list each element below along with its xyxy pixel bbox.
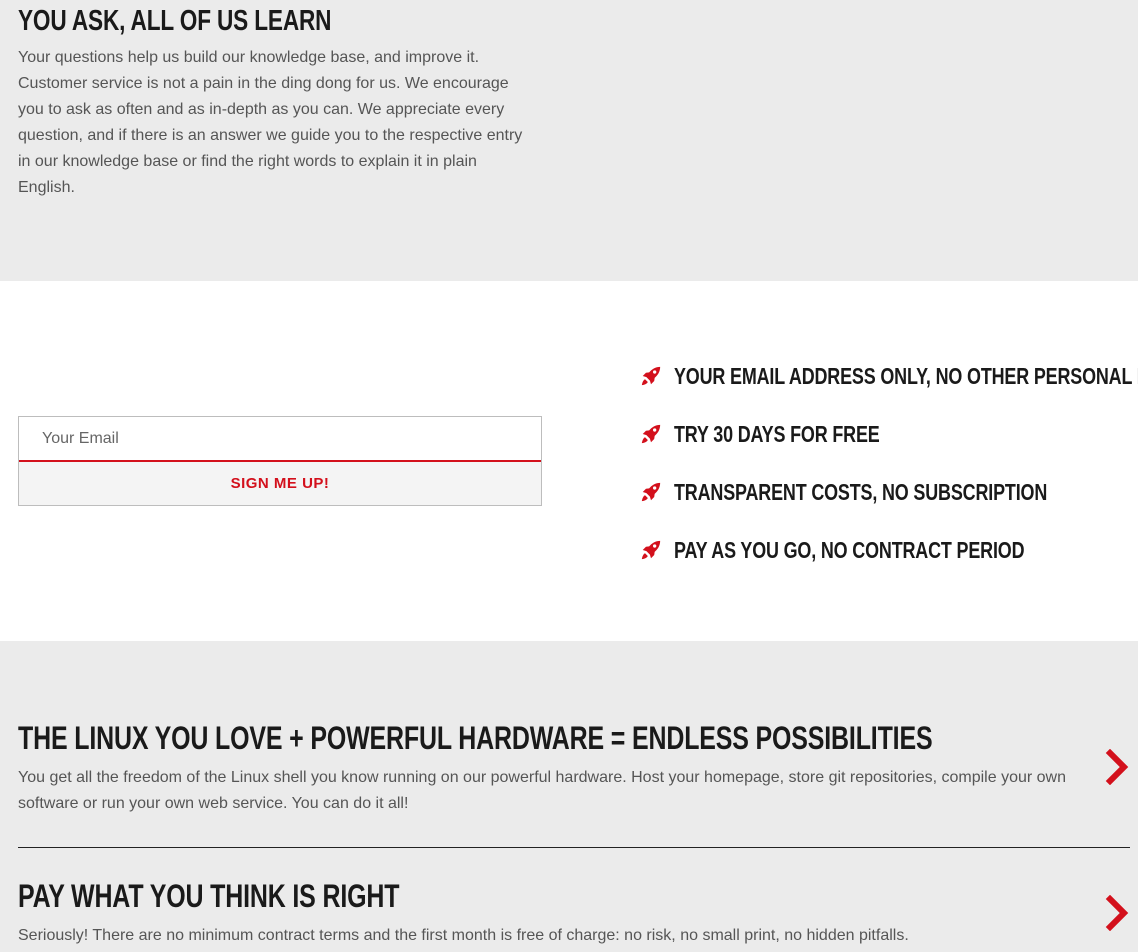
- sign-me-up-button[interactable]: SIGN ME UP!: [19, 462, 541, 505]
- rocket-icon: [641, 540, 661, 560]
- feature-label: TRY 30 DAYS FOR FREE: [674, 421, 880, 447]
- rocket-icon: [641, 366, 661, 386]
- feature-item: TRY 30 DAYS FOR FREE: [640, 419, 938, 449]
- accordion-title[interactable]: THE LINUX YOU LOVE + POWERFUL HARDWARE =…: [18, 719, 933, 757]
- accordion-title[interactable]: PAY WHAT YOU THINK IS RIGHT: [18, 877, 885, 915]
- signup-form: SIGN ME UP!: [18, 416, 542, 506]
- feature-item: TRANSPARENT COSTS, NO SUBSCRIPTION: [640, 477, 1138, 507]
- intro-body: Your questions help us build our knowled…: [18, 49, 523, 196]
- intro-title: YOU ASK, ALL OF US LEARN: [18, 5, 332, 37]
- signup-section: SIGN ME UP! YOUR EMAIL ADDRESS ONLY, NO …: [0, 281, 1138, 641]
- accordion-body: Seriously! There are no minimum contract…: [18, 927, 909, 944]
- rocket-icon: [641, 424, 661, 444]
- chevron-right-icon[interactable]: [1104, 895, 1130, 931]
- feature-item: PAY AS YOU GO, NO CONTRACT PERIOD: [640, 535, 1123, 565]
- accordion-item[interactable]: PAY WHAT YOU THINK IS RIGHT Seriously! T…: [18, 877, 1130, 949]
- accordion-item[interactable]: THE LINUX YOU LOVE + POWERFUL HARDWARE =…: [18, 719, 1130, 817]
- chevron-right-icon[interactable]: [1104, 749, 1130, 785]
- accordion-section: THE LINUX YOU LOVE + POWERFUL HARDWARE =…: [0, 641, 1138, 952]
- rocket-icon: [641, 482, 661, 502]
- feature-item: YOUR EMAIL ADDRESS ONLY, NO OTHER PERSON…: [640, 361, 1138, 391]
- accordion-body: You get all the freedom of the Linux she…: [18, 769, 1066, 812]
- email-input[interactable]: [19, 417, 541, 462]
- feature-label: PAY AS YOU GO, NO CONTRACT PERIOD: [674, 537, 1025, 563]
- feature-label: TRANSPARENT COSTS, NO SUBSCRIPTION: [674, 479, 1048, 505]
- intro-section: YOU ASK, ALL OF US LEARN Your questions …: [0, 0, 1138, 281]
- divider: [18, 847, 1130, 848]
- feature-label: YOUR EMAIL ADDRESS ONLY, NO OTHER PERSON…: [674, 363, 1138, 389]
